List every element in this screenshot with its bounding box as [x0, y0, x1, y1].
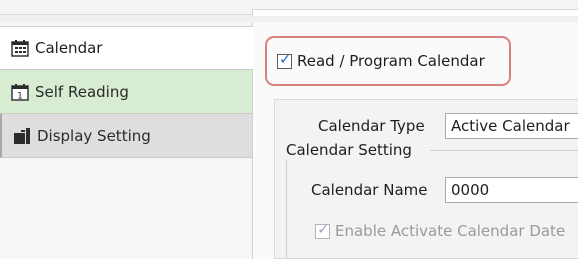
sidebar-item-calendar[interactable]: Calendar	[0, 26, 253, 70]
checkmark-icon: ✓	[279, 49, 292, 68]
checkbox-box[interactable]: ✓	[315, 219, 330, 239]
calendar-one-icon: 1	[11, 83, 29, 101]
checkbox-label: Read / Program Calendar	[297, 52, 485, 70]
window-top-frame	[0, 0, 578, 16]
calendar-grid-icon	[11, 39, 29, 57]
sidebar-item-label: Self Reading	[35, 82, 129, 101]
enable-activate-calendar-date-checkbox[interactable]: ✓ Enable Activate Calendar Date	[315, 219, 566, 240]
sidebar-item-label: Display Setting	[37, 126, 151, 145]
calendar-name-input[interactable]: 0000	[445, 177, 578, 203]
calendar-setting-group-title: Calendar Setting	[286, 141, 414, 159]
display-setting-icon	[13, 127, 31, 145]
calendar-type-label: Calendar Type	[318, 117, 425, 135]
svg-text:1: 1	[17, 91, 23, 101]
sidebar-item-label: Calendar	[35, 39, 103, 57]
checkmark-icon: ✓	[317, 219, 330, 238]
checkbox-box[interactable]: ✓	[277, 49, 292, 69]
group-divider	[430, 150, 578, 151]
checkbox-label: Enable Activate Calendar Date	[335, 222, 566, 240]
sidebar-item-self-reading[interactable]: 1 Self Reading	[0, 70, 252, 114]
calendar-name-label: Calendar Name	[311, 181, 428, 199]
group-divider-vertical	[286, 160, 287, 259]
sidebar-item-display-setting[interactable]: Display Setting	[0, 114, 252, 158]
calendar-type-field[interactable]: Active Calendar	[445, 113, 578, 139]
read-program-calendar-checkbox[interactable]: ✓ Read / Program Calendar	[277, 49, 485, 70]
